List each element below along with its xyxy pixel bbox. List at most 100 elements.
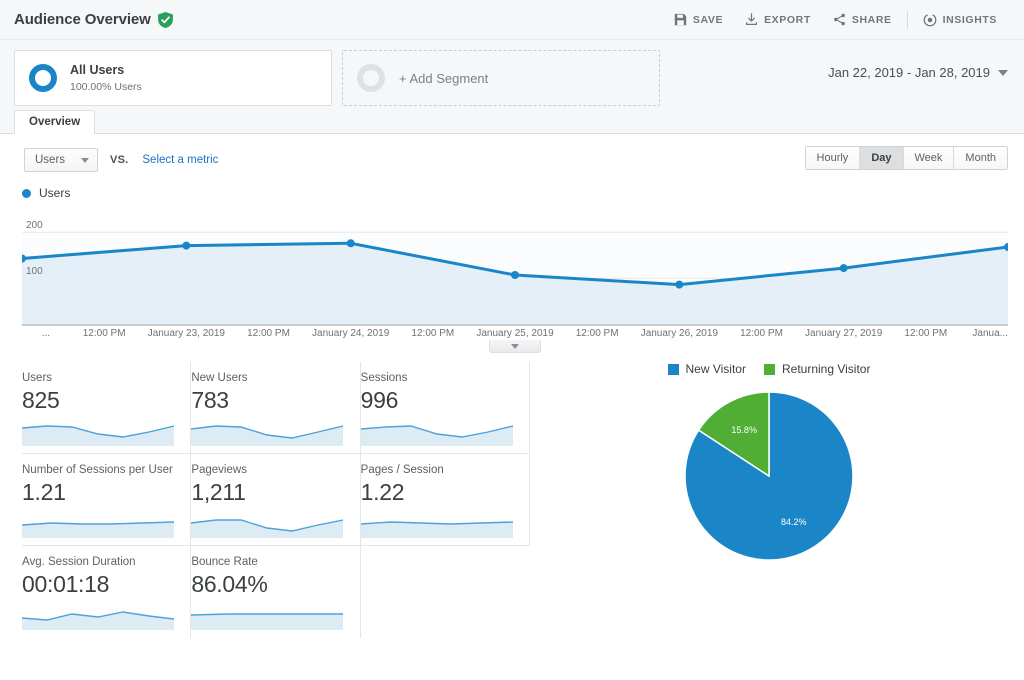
chart-x-tick-label: January 26, 2019 [640, 328, 718, 339]
metric-card-placeholder [361, 546, 530, 638]
metric-value: 996 [360, 387, 399, 413]
chart-controls: Users VS. Select a metric Hourly Day Wee… [0, 134, 1024, 180]
segment-donut-icon [29, 64, 57, 92]
sparkline [191, 425, 344, 446]
metric-select-value: Users [35, 154, 66, 166]
granularity-week[interactable]: Week [903, 147, 955, 169]
granularity-hourly[interactable]: Hourly [805, 147, 861, 169]
sparkline [360, 425, 513, 446]
metric-label: Avg. Session Duration [22, 556, 136, 568]
add-segment-button[interactable]: + Add Segment [342, 50, 660, 106]
metric-card-avg-session-duration[interactable]: Avg. Session Duration 00:01:18 [22, 546, 192, 638]
insights-label: INSIGHTS [942, 13, 997, 26]
segment-subtitle: 100.00% Users [70, 80, 142, 93]
chart-x-tick-label: 12:00 PM [740, 328, 783, 339]
metric-card-new-users[interactable]: New Users 783 [191, 362, 361, 453]
metric-card-sessions[interactable]: Sessions 996 [360, 362, 530, 453]
metric-select[interactable]: Users [24, 148, 99, 172]
sparkline [22, 611, 174, 630]
sparkline [22, 425, 174, 446]
chart-plot-area [22, 231, 1008, 324]
page-title: Audience Overview [14, 11, 151, 28]
metric-label: New Users [191, 372, 248, 384]
chart-x-axis: ... 12:00 PM January 23, 2019 12:00 PM Janua… [22, 324, 1008, 340]
tab-bar: Overview [0, 108, 1024, 134]
chart-x-tick-label: 12:00 PM [411, 328, 455, 339]
metric-label: Pageviews [191, 464, 247, 476]
chevron-down-icon [81, 157, 90, 163]
metric-label: Bounce Rate [191, 556, 258, 568]
export-button[interactable]: EXPORT [734, 9, 822, 30]
granularity-day[interactable]: Day [860, 147, 904, 169]
metric-card-sessions-per-user[interactable]: Number of Sessions per User 1.21 [22, 454, 192, 545]
insights-button[interactable]: INSIGHTS [912, 9, 1008, 31]
metric-card-bounce-rate[interactable]: Bounce Rate 86.04% [191, 546, 361, 638]
header-divider [906, 10, 908, 29]
metric-label: Users [22, 372, 53, 384]
metric-card-users[interactable]: Users 825 [22, 362, 192, 453]
metric-row: Number of Sessions per User 1.21 Pagevie… [22, 454, 530, 546]
svg-text:84.2%: 84.2% [781, 517, 807, 527]
visitor-type-panel: New Visitor Returning Visitor 84.2% 15.8% [530, 362, 1008, 652]
pie-legend: New Visitor Returning Visitor [667, 362, 871, 376]
sparkline [191, 613, 344, 630]
chevron-down-icon [998, 69, 1008, 76]
metric-cards: Users 825 New Users 783 Sessions 996 Num… [0, 362, 530, 652]
date-range-value: Jan 22, 2019 - Jan 28, 2019 [828, 65, 990, 80]
chart-x-tick-label: 12:00 PM [247, 328, 290, 339]
tab-overview[interactable]: Overview [14, 110, 96, 134]
chart-collapse-handle[interactable] [489, 340, 541, 353]
legend-label: Users [39, 186, 71, 200]
sparkline [191, 519, 344, 538]
chart-x-tick-label: ... [41, 328, 51, 339]
chart-x-tick-label: January 27, 2019 [805, 328, 883, 339]
header-actions: SAVE EXPORT SHARE INSIGHTS [663, 9, 1008, 31]
chart-x-tick-label: January 24, 2019 [312, 328, 390, 339]
metric-card-pages-per-session[interactable]: Pages / Session 1.22 [360, 454, 530, 545]
chart-x-tick-label: January 25, 2019 [476, 328, 554, 339]
metric-value: 825 [22, 387, 60, 413]
chart-legend: Users [0, 180, 1024, 204]
segment-all-users[interactable]: All Users 100.00% Users [14, 50, 332, 106]
metric-value: 1.22 [360, 479, 405, 505]
share-button[interactable]: SHARE [822, 9, 903, 30]
metric-label: Number of Sessions per User [22, 464, 173, 476]
metric-value: 86.04% [191, 571, 268, 597]
granularity-month[interactable]: Month [954, 147, 1007, 169]
save-label: SAVE [692, 13, 724, 26]
granularity-toggle-group: Hourly Day Week Month [804, 146, 1008, 170]
save-button[interactable]: SAVE [663, 9, 734, 30]
pie-legend-label: Returning Visitor [781, 362, 871, 376]
date-range-picker[interactable]: Jan 22, 2019 - Jan 28, 2019 [828, 65, 1008, 80]
share-icon [833, 13, 845, 26]
chart-y-tick-label: 200 [26, 220, 43, 232]
legend-swatch-icon [763, 363, 775, 375]
pie-legend-item-returning-visitor[interactable]: Returning Visitor [763, 362, 871, 376]
metric-label: Pages / Session [360, 464, 444, 476]
chart-x-tick-label: 12:00 PM [904, 328, 948, 339]
share-label: SHARE [851, 13, 892, 26]
metric-value: 783 [191, 387, 229, 413]
pie-legend-label: New Visitor [685, 362, 746, 376]
chart-y-tick-label: 100 [26, 266, 43, 278]
app-header: Audience Overview SAVE EXPORT SHARE INSI… [0, 0, 1024, 40]
select-a-metric-link[interactable]: Select a metric [142, 154, 218, 166]
metric-label: Sessions [360, 372, 408, 384]
shield-check-icon [157, 11, 173, 28]
chart-x-tick-label: 12:00 PM [575, 328, 619, 339]
metric-row: Avg. Session Duration 00:01:18 Bounce Ra… [22, 546, 530, 638]
visitor-type-pie-chart[interactable]: 84.2% 15.8% [683, 390, 855, 562]
save-icon [674, 13, 687, 26]
users-over-time-chart[interactable]: ... 12:00 PM January 23, 2019 12:00 PM Janua… [22, 206, 1008, 353]
chart-x-tick-label: Janua... [972, 328, 1008, 339]
export-icon [746, 13, 758, 25]
insights-icon [923, 13, 936, 26]
metric-value: 00:01:18 [22, 571, 110, 597]
chart-x-tick-label: 12:00 PM [82, 328, 126, 339]
legend-dot-icon [22, 188, 31, 198]
metric-card-pageviews[interactable]: Pageviews 1,211 [191, 454, 361, 545]
segment-bar: All Users 100.00% Users + Add Segment Ja… [0, 40, 1024, 108]
pie-legend-item-new-visitor[interactable]: New Visitor [667, 362, 746, 376]
metric-value: 1.21 [22, 479, 66, 505]
chart-x-tick-label: January 23, 2019 [147, 328, 225, 339]
